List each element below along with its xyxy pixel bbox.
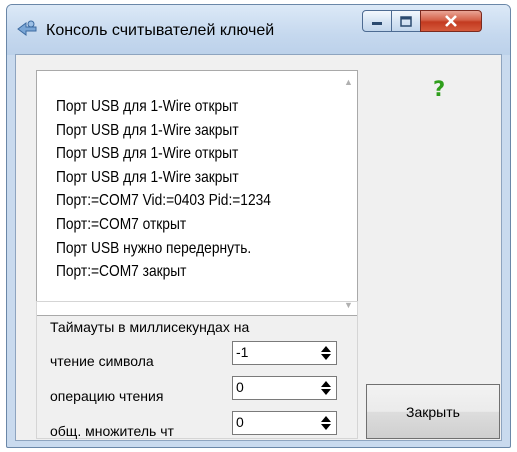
log-line: Порт:=COM7 закрыт xyxy=(56,263,187,281)
spin-down-icon[interactable] xyxy=(321,389,331,395)
total-multiplier-spinbox[interactable]: 0 xyxy=(232,411,337,435)
read-timeout-value[interactable]: 0 xyxy=(236,379,244,395)
app-icon xyxy=(17,20,37,36)
log-textbox[interactable]: Порт USB для 1-Wire открыт Порт USB для … xyxy=(36,70,358,316)
read-timeout-spinbox[interactable]: 0 xyxy=(232,376,337,400)
title-bar[interactable]: Консоль считывателей ключей xyxy=(7,5,510,55)
help-question-icon[interactable]: ? xyxy=(433,77,445,101)
timeouts-group-title: Таймауты в миллисекундах на xyxy=(50,319,250,335)
window-title: Консоль считывателей ключей xyxy=(46,22,275,39)
log-lines: Порт USB для 1-Wire открыт Порт USB для … xyxy=(56,95,306,284)
close-window-button[interactable] xyxy=(420,10,482,32)
spin-down-icon[interactable] xyxy=(321,354,331,360)
total-multiplier-label: общ. множитель чт xyxy=(50,423,174,439)
minimize-button[interactable] xyxy=(362,10,392,32)
close-button[interactable]: Закрыть xyxy=(366,384,500,439)
total-multiplier-value[interactable]: 0 xyxy=(236,414,244,430)
read-timeout-label: операцию чтения xyxy=(50,388,164,404)
spin-arrows-icon[interactable] xyxy=(318,343,334,363)
spin-down-icon[interactable] xyxy=(321,424,331,430)
log-line: Порт:=COM7 открыт xyxy=(56,215,187,233)
log-line: Порт USB нужно передернуть. xyxy=(56,239,252,257)
maximize-icon xyxy=(400,15,412,27)
spin-up-icon[interactable] xyxy=(321,416,331,422)
log-line: Порт:=COM7 Vid:=0403 Pid:=1234 xyxy=(56,192,271,210)
scroll-up-arrow-icon[interactable]: ▲ xyxy=(340,73,357,90)
spin-up-icon[interactable] xyxy=(321,381,331,387)
log-line: Порт USB для 1-Wire закрыт xyxy=(56,168,239,186)
char-timeout-label: чтение символа xyxy=(50,353,154,369)
app-window: Консоль считывателей ключей Порт USB для… xyxy=(6,4,511,448)
log-scrollbar[interactable]: ▲ ▼ xyxy=(340,71,357,315)
spin-up-icon[interactable] xyxy=(321,346,331,352)
minimize-icon xyxy=(372,22,382,25)
spin-arrows-icon[interactable] xyxy=(318,378,334,398)
client-area: Порт USB для 1-Wire открыт Порт USB для … xyxy=(15,54,502,441)
char-timeout-spinbox[interactable]: -1 xyxy=(232,341,337,365)
log-line: Порт USB для 1-Wire открыт xyxy=(56,145,239,163)
maximize-button[interactable] xyxy=(391,10,421,32)
char-timeout-value[interactable]: -1 xyxy=(236,344,248,360)
log-line: Порт USB для 1-Wire открыт xyxy=(56,98,239,115)
close-icon xyxy=(445,15,457,27)
spin-arrows-icon[interactable] xyxy=(318,413,334,433)
log-line: Порт USB для 1-Wire закрыт xyxy=(56,121,239,139)
